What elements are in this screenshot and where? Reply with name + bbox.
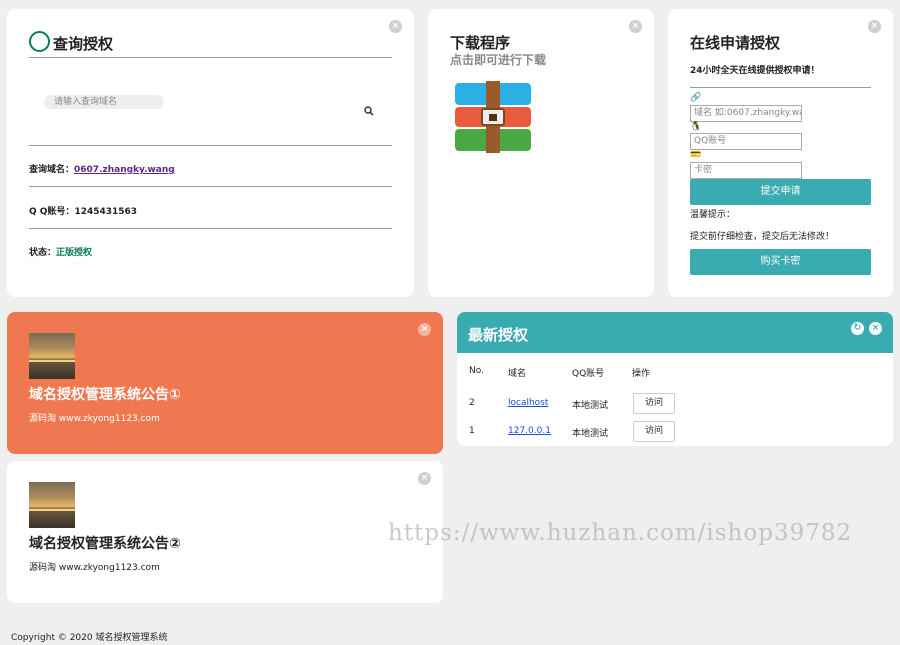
divider xyxy=(29,228,392,229)
notice-card-1: × 域名授权管理系统公告① 源码淘 www.zkyong1123.com xyxy=(7,312,443,454)
status-value: 正版授权 xyxy=(56,248,93,258)
card-icon: 💳 xyxy=(690,150,702,160)
notice-2-close-icon[interactable]: × xyxy=(418,472,431,485)
link-icon: 🔗 xyxy=(690,93,702,103)
notice-2-image xyxy=(29,482,75,528)
visit-button[interactable]: 访问 xyxy=(633,421,675,442)
archive-icon[interactable] xyxy=(453,81,533,155)
divider xyxy=(29,145,392,146)
download-card-close-icon[interactable]: × xyxy=(629,20,642,33)
card-key-field[interactable]: 卡密 xyxy=(690,162,802,179)
row-domain-link[interactable]: localhost xyxy=(508,398,548,408)
query-card: × 查询授权 请输入查询域名 查询域名：0607.zhangky.wang Q … xyxy=(7,9,414,297)
row-qq: 本地测试 xyxy=(572,401,609,411)
divider xyxy=(29,186,392,187)
qq-icon: 🐧 xyxy=(690,122,702,132)
notice-1-image xyxy=(29,333,75,379)
apply-card-subtitle: 24小时全天在线提供授权申请！ xyxy=(690,66,820,76)
domain-row: 查询域名：0607.zhangky.wang xyxy=(29,162,175,175)
qq-value: 1245431563 xyxy=(74,207,138,217)
tip-title: 温馨提示： xyxy=(690,210,736,220)
visit-button[interactable]: 访问 xyxy=(633,393,675,414)
notice-1-close-icon[interactable]: × xyxy=(418,323,431,336)
domain-label: 查询域名： xyxy=(29,165,75,175)
latest-card: 最新授权 ↻ × No. 域名 QQ账号 操作 2 localhost 本地测试… xyxy=(457,312,893,446)
notice-1-source: 源码淘 www.zkyong1123.com xyxy=(29,414,160,424)
query-card-title: 查询授权 xyxy=(53,35,114,53)
status-label: 状态： xyxy=(29,248,57,258)
col-domain: 域名 xyxy=(508,369,527,379)
qq-label: Q Q账号： xyxy=(29,207,75,217)
apply-card-title: 在线申请授权 xyxy=(690,34,781,52)
latest-close-icon[interactable]: × xyxy=(869,322,882,335)
search-input[interactable]: 请输入查询域名 xyxy=(44,95,164,109)
query-card-close-icon[interactable]: × xyxy=(389,20,402,33)
download-card-subtitle: 点击即可进行下载 xyxy=(450,53,547,67)
notice-2-source: 源码淘 www.zkyong1123.com xyxy=(29,563,160,573)
status-row: 状态：正版授权 xyxy=(29,245,92,258)
notice-2-title: 域名授权管理系统公告② xyxy=(29,536,181,552)
footer-copyright: Copyright © 2020 域名授权管理系统 xyxy=(11,633,168,643)
qq-field[interactable]: QQ账号 xyxy=(690,133,802,150)
tip-text: 提交前仔细检查，提交后无法修改！ xyxy=(690,232,835,242)
notice-1-title: 域名授权管理系统公告① xyxy=(29,387,181,403)
apply-card-close-icon[interactable]: × xyxy=(868,20,881,33)
latest-title: 最新授权 xyxy=(468,326,529,344)
download-card-title: 下载程序 xyxy=(450,34,511,52)
row-qq: 本地测试 xyxy=(572,429,609,439)
row-domain-link[interactable]: 127.0.0.1 xyxy=(508,426,551,436)
domain-value[interactable]: 0607.zhangky.wang xyxy=(74,165,175,175)
download-card: × 下载程序 点击即可进行下载 xyxy=(428,9,654,297)
col-no: No. xyxy=(469,366,484,376)
row-no: 1 xyxy=(469,426,475,436)
domain-field[interactable]: 域名 如:0607.zhangky.wang xyxy=(690,105,802,122)
qq-row: Q Q账号：1245431563 xyxy=(29,204,137,217)
apply-card: × 在线申请授权 24小时全天在线提供授权申请！ 🔗 域名 如:0607.zha… xyxy=(668,9,893,297)
divider xyxy=(29,57,392,58)
col-qq: QQ账号 xyxy=(572,369,605,379)
search-icon[interactable] xyxy=(364,101,374,116)
notice-card-2: × 域名授权管理系统公告② 源码淘 www.zkyong1123.com xyxy=(7,461,443,603)
divider xyxy=(690,87,871,88)
watermark: https://www.huzhan.com/ishop39782 xyxy=(388,520,853,546)
circle-icon xyxy=(29,31,50,52)
col-action: 操作 xyxy=(632,369,651,379)
buy-card-button[interactable]: 购买卡密 xyxy=(690,249,871,275)
row-no: 2 xyxy=(469,398,475,408)
submit-button[interactable]: 提交申请 xyxy=(690,179,871,205)
refresh-icon[interactable]: ↻ xyxy=(851,322,864,335)
